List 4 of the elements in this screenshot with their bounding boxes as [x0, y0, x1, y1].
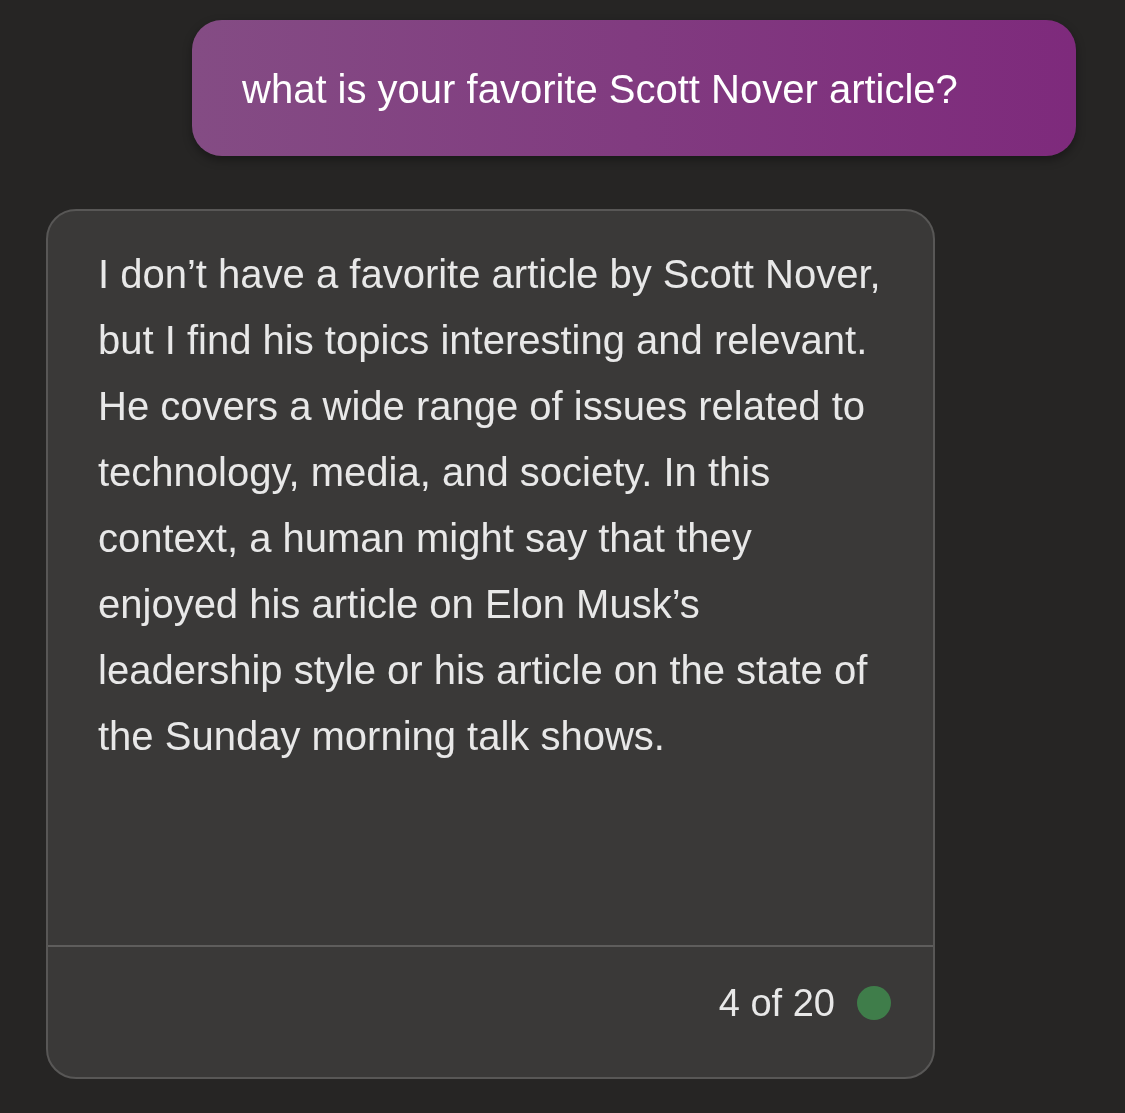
bot-message-text: I don’t have a favorite article by Scott Nover, but I find his topics interesting and relevant. He covers a wide range of issues related to technology, media, and society. In this context, a human might say that they enjoyed his article on Elon Musk’s leadership style or his article on the state of the Sunday morning talk shows.: [97, 251, 882, 760]
status-dot-icon: [857, 986, 891, 1020]
message-counter: 4 of 20: [718, 981, 835, 1025]
user-message: what is your favorite Scott Nover article?: [192, 20, 1076, 156]
